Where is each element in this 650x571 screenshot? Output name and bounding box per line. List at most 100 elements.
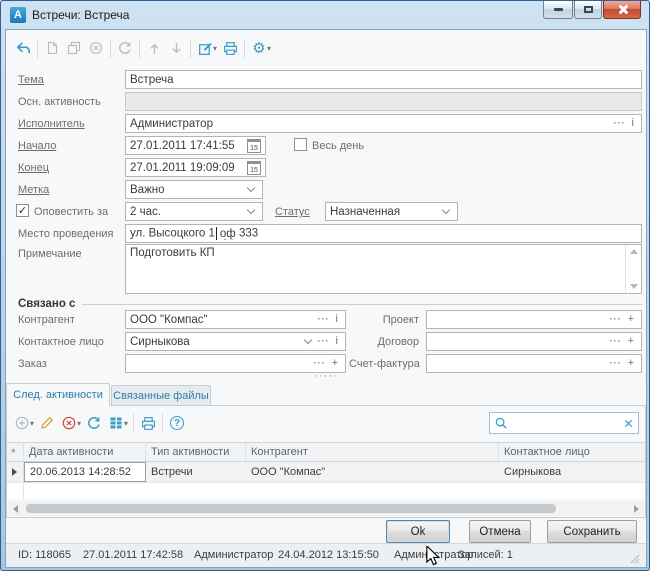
- opovestit-label[interactable]: Оповестить за: [34, 206, 108, 218]
- cell-type[interactable]: Встречи: [146, 462, 246, 482]
- edit-pencil-icon[interactable]: [36, 411, 58, 435]
- settings-dropdown-icon[interactable]: ▾: [267, 44, 271, 53]
- tema-label[interactable]: Тема: [18, 74, 44, 86]
- table-row[interactable]: 20.06.2013 14:28:52 Встречи ООО "Компас"…: [7, 462, 645, 483]
- splitter-handle[interactable]: ·····: [6, 370, 646, 382]
- back-icon[interactable]: [12, 36, 34, 60]
- column-options-icon[interactable]: *: [11, 446, 16, 460]
- scroll-up-icon[interactable]: [630, 249, 638, 254]
- lookup-button[interactable]: ···: [611, 119, 629, 128]
- cell-contact[interactable]: Сирныкова: [499, 462, 645, 482]
- ispolnitel-label[interactable]: Исполнитель: [18, 118, 85, 130]
- nachalo-field[interactable]: 27.01.2011 17:41:55 15: [125, 136, 266, 155]
- tab-svyazannye-faily[interactable]: Связанные файлы: [111, 385, 211, 406]
- proekt-field[interactable]: ··· +: [426, 310, 642, 329]
- kontragent-label: Контрагент: [18, 314, 75, 326]
- refresh-icon[interactable]: [114, 36, 136, 60]
- konec-label[interactable]: Конец: [18, 162, 49, 174]
- info-button[interactable]: i: [333, 336, 341, 347]
- calendar-icon[interactable]: 15: [247, 139, 261, 153]
- primechanie-textarea[interactable]: Подготовить КП: [125, 244, 642, 294]
- info-button[interactable]: i: [629, 118, 637, 129]
- search-input[interactable]: [509, 416, 623, 430]
- search-box[interactable]: [489, 412, 639, 434]
- add-button[interactable]: +: [625, 336, 637, 347]
- lookup-button[interactable]: ···: [315, 337, 333, 346]
- info-button[interactable]: i: [333, 314, 341, 325]
- refresh-icon[interactable]: [83, 411, 105, 435]
- ispolnitel-field[interactable]: Администратор ··· i: [125, 114, 642, 133]
- opovestit-checkbox[interactable]: ✓: [16, 204, 29, 217]
- add-button[interactable]: +: [625, 314, 637, 325]
- calendar-icon[interactable]: 15: [247, 161, 261, 175]
- scroll-down-icon[interactable]: [630, 284, 638, 289]
- ves-den-label[interactable]: Весь день: [312, 140, 364, 152]
- schet-label: Счет-фактура: [349, 358, 419, 370]
- column-header[interactable]: Контактное лицо: [499, 443, 645, 461]
- delete-dropdown-icon[interactable]: ▾: [77, 419, 81, 428]
- konec-field[interactable]: 27.01.2011 19:09:09 15: [125, 158, 266, 177]
- status-bar: ID: 118065 27.01.2011 17:42:58 Администр…: [6, 543, 646, 567]
- scrollbar-thumb[interactable]: [26, 504, 556, 513]
- nachalo-label[interactable]: Начало: [18, 140, 56, 152]
- kontakt-field[interactable]: Сирныкова ··· i: [125, 332, 346, 351]
- svyazano-group-label: Связано с: [18, 298, 75, 310]
- ok-button[interactable]: Ok: [386, 520, 450, 543]
- scroll-right-icon[interactable]: [634, 505, 639, 513]
- status-label[interactable]: Статус: [275, 206, 310, 218]
- close-button[interactable]: [603, 1, 641, 19]
- cancel-button[interactable]: Отмена: [469, 520, 531, 543]
- opovestit-combobox[interactable]: 2 час.: [125, 202, 263, 221]
- add-button[interactable]: +: [329, 358, 341, 369]
- grid-body: 20.06.2013 14:28:52 Встречи ООО "Компас"…: [7, 462, 645, 499]
- edit-dropdown-icon[interactable]: ▾: [213, 44, 217, 53]
- cancel-icon[interactable]: [85, 36, 107, 60]
- tema-field[interactable]: Встреча: [125, 70, 642, 89]
- ves-den-checkbox[interactable]: [294, 138, 307, 151]
- move-down-icon[interactable]: [165, 36, 187, 60]
- lookup-button[interactable]: ···: [315, 315, 333, 324]
- maximize-button[interactable]: [574, 1, 602, 19]
- lookup-button[interactable]: ···: [607, 337, 625, 346]
- scroll-left-icon[interactable]: [13, 505, 18, 513]
- add-dropdown-icon[interactable]: ▾: [30, 419, 34, 428]
- status-combobox[interactable]: Назначенная: [325, 202, 458, 221]
- kontragent-field[interactable]: ООО "Компас" ··· i: [125, 310, 346, 329]
- toolbar-separator: [37, 39, 38, 58]
- lookup-button[interactable]: ···: [607, 359, 625, 368]
- minimize-button[interactable]: [543, 1, 573, 19]
- save-button[interactable]: Сохранить: [547, 520, 637, 543]
- copy-icon[interactable]: [63, 36, 85, 60]
- view-dropdown-icon[interactable]: ▾: [124, 419, 128, 428]
- zakaz-label: Заказ: [18, 358, 47, 370]
- clear-search-icon[interactable]: [623, 418, 634, 429]
- toolbar-separator: [190, 39, 191, 58]
- new-document-icon[interactable]: [41, 36, 63, 60]
- lookup-button[interactable]: ···: [311, 359, 329, 368]
- chevron-down-icon[interactable]: [247, 185, 256, 194]
- print-icon[interactable]: [219, 36, 241, 60]
- metka-combobox[interactable]: Важно: [125, 180, 263, 199]
- add-button[interactable]: +: [625, 358, 637, 369]
- lookup-button[interactable]: ···: [607, 315, 625, 324]
- cell-date[interactable]: 20.06.2013 14:28:52: [24, 462, 146, 482]
- column-header[interactable]: Контрагент: [246, 443, 499, 461]
- tab-sled-aktivnosti[interactable]: След. активности: [6, 383, 110, 406]
- move-up-icon[interactable]: [143, 36, 165, 60]
- dogovor-field[interactable]: ··· +: [426, 332, 642, 351]
- cell-contragent[interactable]: ООО "Компас": [246, 462, 499, 482]
- textarea-scrollbar[interactable]: [625, 245, 641, 293]
- mesto-field[interactable]: ул. Высоцкого 1оф 333: [125, 224, 642, 243]
- print-icon[interactable]: [137, 411, 159, 435]
- chevron-down-icon[interactable]: [304, 337, 313, 346]
- column-header[interactable]: Тип активности: [146, 443, 246, 461]
- search-icon: [494, 416, 509, 431]
- metka-label[interactable]: Метка: [18, 184, 49, 196]
- horizontal-scrollbar[interactable]: [8, 501, 644, 516]
- chevron-down-icon[interactable]: [442, 207, 451, 216]
- chevron-down-icon[interactable]: [247, 207, 256, 216]
- toolbar-separator: [244, 39, 245, 58]
- resize-grip[interactable]: [630, 554, 640, 564]
- column-header[interactable]: Дата активности: [24, 443, 146, 461]
- help-icon[interactable]: ?: [166, 411, 188, 435]
